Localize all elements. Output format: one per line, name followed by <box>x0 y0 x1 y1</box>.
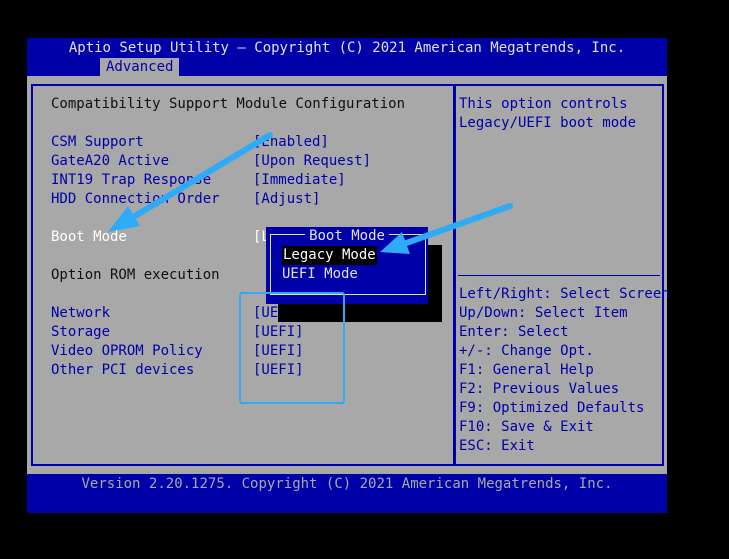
arrow-to-boot-mode <box>108 132 273 232</box>
annotation-arrows <box>108 132 513 254</box>
arrow-to-legacy-mode <box>380 203 513 254</box>
